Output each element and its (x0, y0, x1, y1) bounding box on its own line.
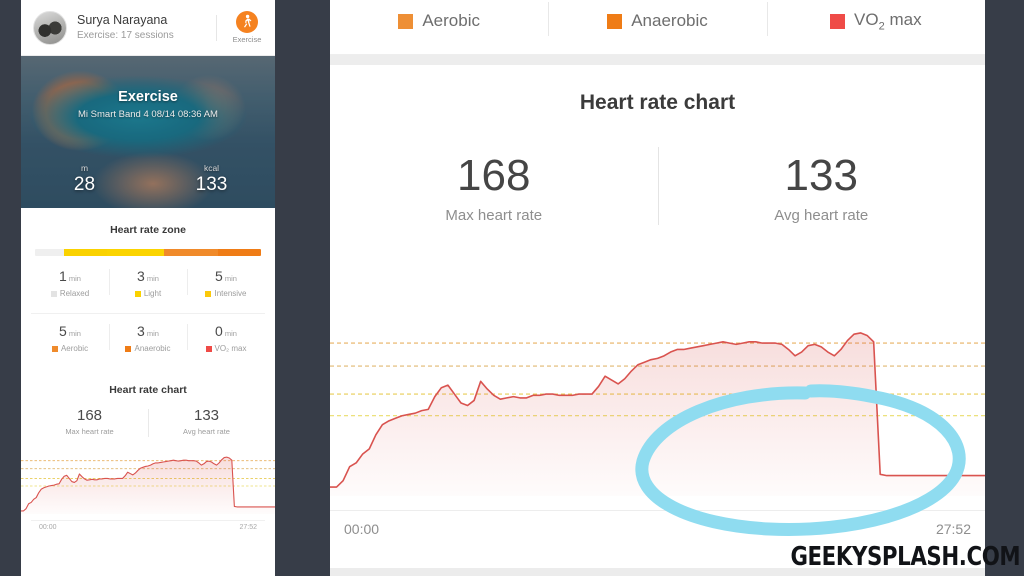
zone-value: 0 min (215, 323, 237, 339)
zone-label: Anaerobic (111, 344, 185, 353)
zone-cell-anaerobic[interactable]: 3 min Anaerobic (109, 323, 187, 360)
phone-stat-avg: 133 Avg heart rate (148, 407, 265, 437)
zone-value: 1 min (59, 268, 81, 284)
zone-label: VO₂ max (189, 344, 263, 353)
phone-axis-end: 27:52 (239, 524, 257, 531)
zone-swatch-light (134, 290, 141, 297)
main-stat-avg: 133 Avg heart rate (657, 147, 986, 225)
phone-stat-value: 168 (76, 407, 103, 424)
legend-swatch-anaerobic (607, 13, 623, 29)
zone-row-bottom: 5 min Aerobic 3 min Anaerobic 0 min VO₂ max (31, 313, 265, 360)
profile-header: Surya Narayana Exercise: 17 sessions Exe… (21, 0, 275, 56)
hero-metric-unit: m (80, 163, 89, 173)
legend-label: VO2 max (854, 9, 922, 33)
zone-swatch-anaerobic (125, 345, 132, 352)
hero-subtitle: Mi Smart Band 4 08/14 08:36 AM (78, 109, 218, 120)
watermark: GEEKYSPLASH.COM (790, 542, 1020, 572)
zone-cell-light[interactable]: 3 min Light (109, 268, 187, 305)
screenshot-root: Surya Narayana Exercise: 17 sessions Exe… (0, 0, 1024, 576)
zone-bar-segment-light (64, 249, 108, 256)
zone-cell-vo2max[interactable]: 0 min VO₂ max (187, 323, 265, 360)
heart-rate-zone-bar (35, 249, 261, 256)
header-divider (216, 14, 217, 41)
zone-legend-bar: Aerobic Anaerobic VO2 max (330, 0, 985, 55)
zone-row-top: 1 min Relaxed 3 min Light 5 min Intensive (31, 268, 265, 305)
heart-rate-chart-card: Heart rate chart 168 Max heart rate 133 … (330, 65, 985, 576)
legend-item-anaerobic[interactable]: Anaerobic (548, 2, 766, 36)
hero-title: Exercise (118, 89, 178, 105)
zone-bar-segment-relaxed (35, 249, 65, 256)
main-detail-panel: Aerobic Anaerobic VO2 max Heart rate cha… (330, 0, 985, 576)
zone-bar-segment-aerobic (163, 249, 219, 256)
zone-swatch-intensive (205, 290, 212, 297)
main-stat-value: 168 (457, 151, 531, 200)
profile-subtitle: Exercise: 17 sessions (77, 29, 174, 41)
main-chart-axis: 00:00 27:52 (330, 510, 985, 546)
zone-swatch-aerobic (51, 345, 58, 352)
zone-cell-relaxed[interactable]: 1 min Relaxed (31, 268, 109, 305)
main-stat-value: 133 (784, 151, 858, 200)
phone-stat-max: 168 Max heart rate (31, 407, 148, 436)
panel-gap (330, 55, 985, 65)
phone-axis-start: 00:00 (39, 524, 57, 531)
main-stat-label: Avg heart rate (774, 207, 869, 224)
main-stat-label: Max heart rate (445, 207, 543, 224)
zone-cell-aerobic[interactable]: 5 min Aerobic (31, 323, 109, 360)
hero-content: Exercise Mi Smart Band 4 08/14 08:36 AM … (21, 56, 275, 208)
heart-rate-zone-grid: 1 min Relaxed 3 min Light 5 min Intensive 5… (31, 268, 265, 360)
zone-label: Intensive (189, 289, 263, 298)
hero-metric-distance: m 28 (21, 163, 148, 196)
hero-metric-value: 133 (195, 174, 228, 195)
hero-metric-unit: kcal (203, 163, 220, 173)
main-axis-end: 27:52 (935, 520, 971, 537)
zone-value: 3 min (137, 268, 159, 284)
zone-value: 5 min (59, 323, 81, 339)
phone-chart-title: Heart rate chart (109, 384, 187, 396)
zone-value: 5 min (215, 268, 237, 284)
legend-label: Aerobic (422, 11, 480, 30)
main-chart-stats: 168 Max heart rate 133 Avg heart rate (330, 147, 986, 225)
hero-metric-calories: kcal 133 (148, 163, 275, 196)
profile-text: Surya Narayana Exercise: 17 sessions (77, 13, 212, 43)
heart-rate-zone-title: Heart rate zone (110, 224, 186, 236)
legend-swatch-aerobic (398, 13, 414, 29)
zone-swatch-relaxed (50, 290, 57, 297)
legend-item-vo2max[interactable]: VO2 max (766, 2, 985, 36)
zone-label: Aerobic (33, 344, 107, 353)
phone-heart-rate-chart-card: Heart rate chart 168 Max heart rate 133 … (21, 374, 275, 539)
main-stat-max: 168 Max heart rate (330, 151, 658, 224)
phone-chart-stats: 168 Max heart rate 133 Avg heart rate (31, 407, 265, 437)
exercise-button[interactable]: Exercise (227, 11, 267, 44)
exercise-button-label: Exercise (232, 35, 262, 44)
main-axis-start: 00:00 (344, 520, 380, 537)
hero-metrics: m 28 kcal 133 (21, 163, 275, 196)
phone-chart-axis: 00:00 27:52 (31, 520, 265, 531)
runner-icon (236, 11, 258, 33)
hero-metric-value: 28 (73, 174, 96, 195)
profile-name: Surya Narayana (77, 12, 168, 27)
phone-app-panel: Surya Narayana Exercise: 17 sessions Exe… (21, 0, 275, 576)
phone-stat-value: 133 (193, 407, 220, 424)
heart-rate-plot (330, 310, 985, 510)
phone-stat-label: Max heart rate (65, 427, 114, 436)
main-chart-title: Heart rate chart (579, 91, 736, 114)
phone-heart-rate-plot (21, 448, 275, 520)
zone-swatch-vo2max (205, 345, 212, 352)
phone-stat-label: Avg heart rate (183, 427, 230, 436)
heart-rate-zone-card: Heart rate zone 1 min Relaxed 3 min Light … (21, 214, 275, 368)
avatar[interactable] (33, 10, 67, 45)
legend-swatch-vo2max (830, 13, 846, 29)
exercise-hero-banner: Exercise Mi Smart Band 4 08/14 08:36 AM … (21, 56, 275, 208)
zone-bar-segment-anaerobic (218, 249, 261, 256)
zone-label: Relaxed (33, 289, 107, 298)
legend-item-aerobic[interactable]: Aerobic (330, 6, 548, 36)
zone-value: 3 min (137, 323, 159, 339)
zone-bar-segment-intensive (107, 249, 164, 256)
heart-rate-area (330, 332, 985, 496)
zone-cell-intensive[interactable]: 5 min Intensive (187, 268, 265, 305)
legend-label: Anaerobic (631, 11, 708, 30)
zone-label: Light (111, 289, 185, 298)
